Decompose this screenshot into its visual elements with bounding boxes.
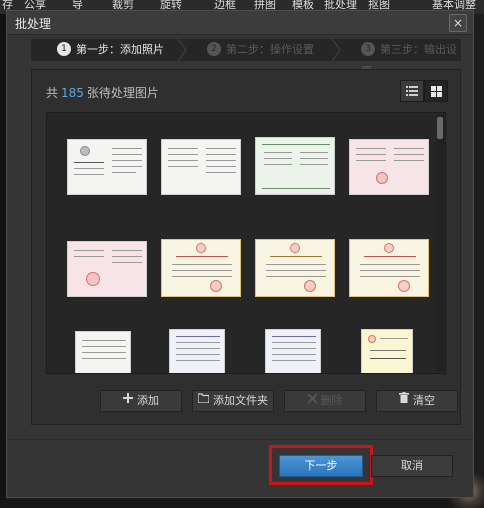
photo-count-number: 185 — [61, 86, 84, 100]
photo-thumbnail[interactable] — [161, 239, 241, 297]
photo-thumbnail[interactable] — [255, 137, 335, 195]
add-button-label: 添加 — [137, 394, 159, 407]
photo-grid[interactable] — [46, 112, 446, 374]
photo-thumbnail[interactable] — [265, 329, 321, 373]
step-chevron-icon — [177, 39, 187, 61]
folder-icon — [197, 390, 210, 410]
photo-count-text: 共 185 张待处理图片 — [46, 84, 159, 101]
clear-button[interactable]: 清空 — [376, 390, 458, 412]
dialog-title: 批处理 — [15, 17, 52, 31]
scrollbar-thumb[interactable] — [437, 117, 443, 139]
step-1: 1 第一步：添加照片 — [57, 39, 164, 61]
list-view-icon — [406, 86, 418, 96]
photo-thumbnail[interactable] — [67, 139, 147, 195]
batch-process-dialog: 批处理 × 1 第一步：添加照片 2 第二步：操作设置 3第三步：输出设置 共185… — [6, 10, 474, 498]
photo-thumbnail[interactable] — [67, 241, 147, 297]
trash-icon — [399, 390, 409, 410]
clear-button-label: 清空 — [413, 394, 435, 407]
list-view-button[interactable] — [400, 80, 424, 102]
photo-count-suffix: 张待处理图片 — [86, 86, 159, 100]
photo-thumbnail[interactable] — [349, 239, 429, 297]
step-2: 2 第二步：操作设置 — [207, 39, 314, 61]
delete-button[interactable]: 删除 — [284, 390, 366, 412]
step-2-number: 2 — [207, 42, 221, 56]
next-step-button[interactable]: 下一步 — [279, 455, 363, 477]
photo-thumbnail[interactable] — [169, 329, 225, 373]
cancel-button[interactable]: 取消 — [371, 455, 453, 477]
add-button[interactable]: 添加 — [100, 390, 182, 412]
step-3-number: 3 — [361, 42, 375, 56]
add-folder-button[interactable]: 添加文件夹 — [192, 390, 274, 412]
photo-panel: 共 185 张待处理图片 添加 添加文件夹 删除 清空 — [31, 69, 461, 425]
plus-icon — [123, 390, 133, 410]
photo-thumbnail[interactable] — [361, 329, 413, 373]
step-chevron-icon — [331, 39, 341, 61]
step-2-label: 第二步：操作设置 — [226, 43, 314, 56]
grid-view-button[interactable] — [424, 80, 448, 102]
close-x-icon — [306, 390, 318, 410]
background-right-edge — [474, 14, 484, 508]
photo-thumbnail[interactable] — [255, 239, 335, 297]
photo-count-prefix: 共 — [46, 86, 59, 100]
dialog-titlebar: 批处理 × — [7, 11, 473, 35]
close-button[interactable]: × — [449, 14, 467, 32]
dialog-footer: 下一步 取消 — [7, 439, 473, 497]
photo-thumbnail[interactable] — [75, 331, 131, 373]
add-folder-button-label: 添加文件夹 — [213, 394, 268, 407]
background-bottom-edge — [0, 500, 484, 508]
delete-button-label: 删除 — [320, 394, 343, 407]
photo-grid-scrollbar[interactable] — [436, 115, 444, 371]
grid-view-icon — [430, 85, 442, 97]
step-3: 3第三步：输出设置 — [361, 39, 461, 78]
view-mode-toggle — [400, 80, 448, 102]
step-1-label: 第一步：添加照片 — [76, 43, 164, 56]
photo-thumbnail[interactable] — [161, 139, 241, 195]
step-progress-bar: 1 第一步：添加照片 2 第二步：操作设置 3第三步：输出设置 — [31, 39, 461, 78]
step-1-number: 1 — [57, 42, 71, 56]
photo-thumbnail[interactable] — [349, 139, 429, 195]
